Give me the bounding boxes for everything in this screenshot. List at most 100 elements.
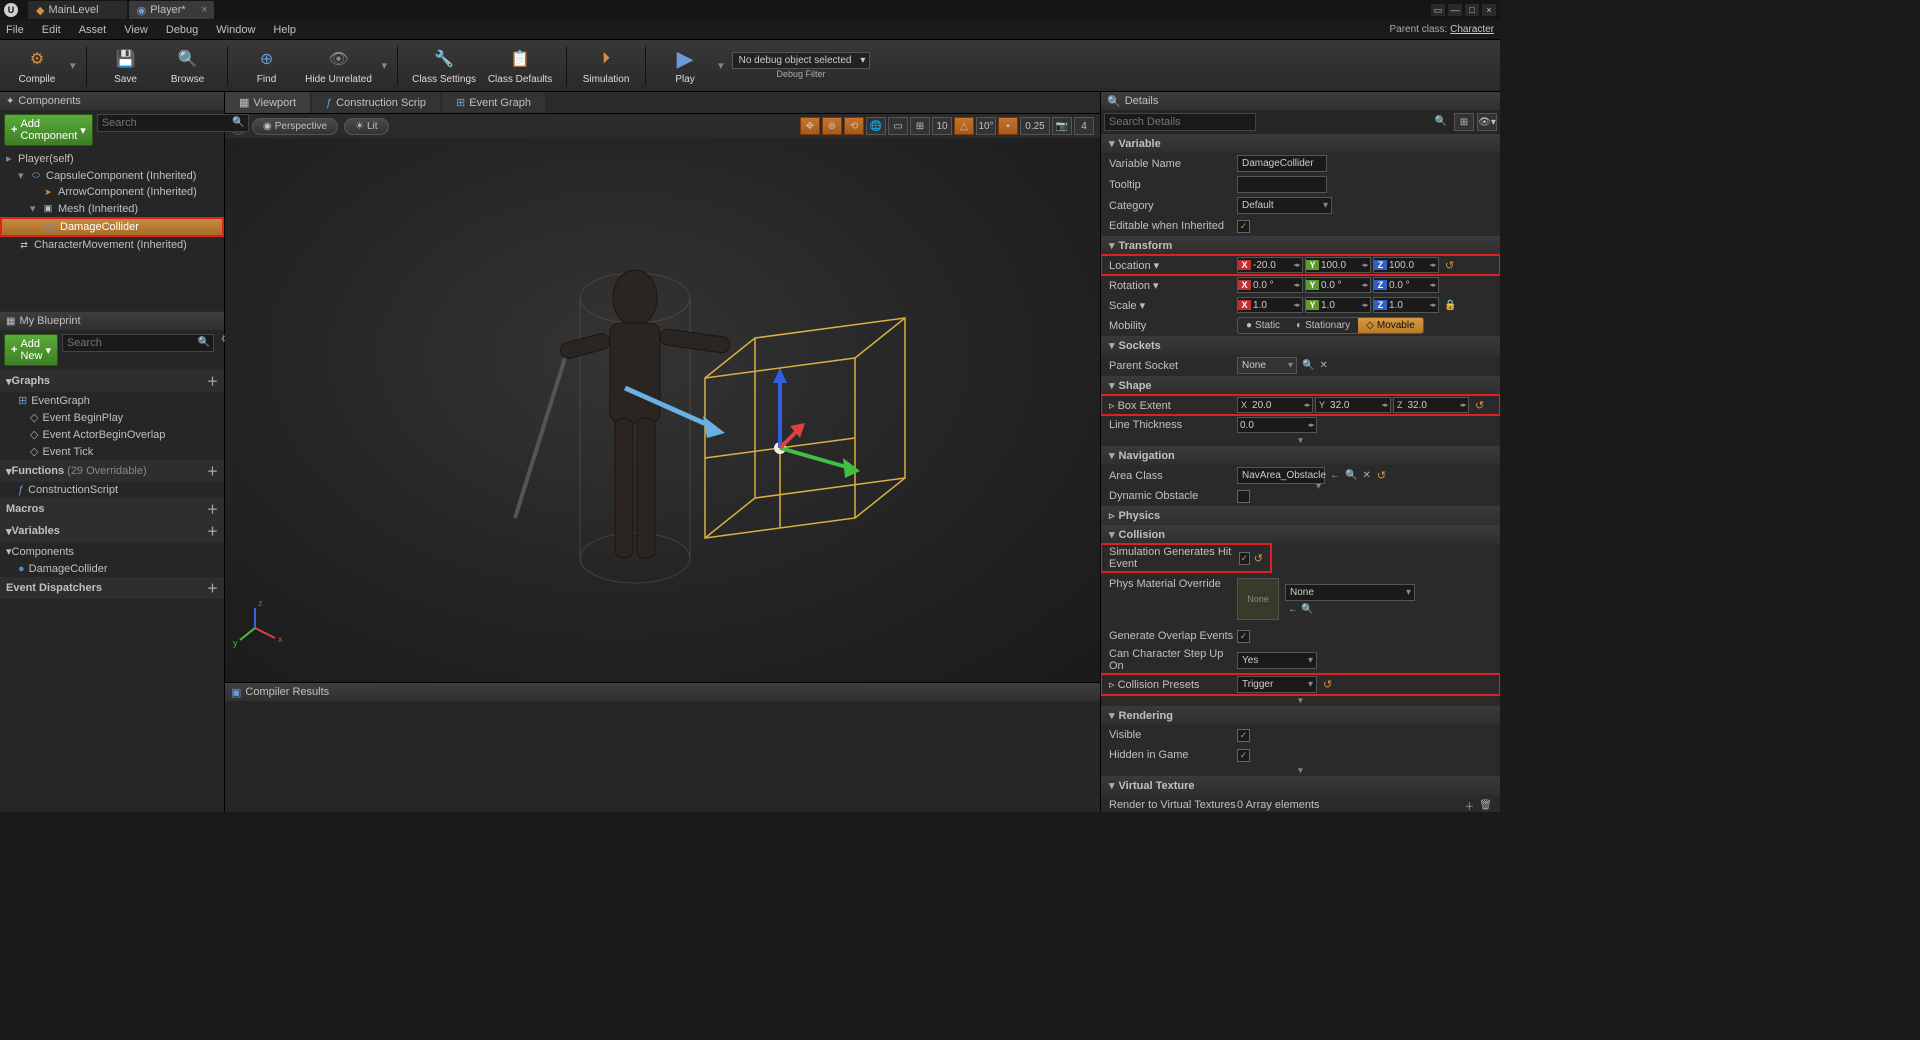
- class-settings-button[interactable]: 🔧 Class Settings: [408, 42, 480, 90]
- eventgraph-item[interactable]: ⊞EventGraph: [0, 392, 224, 409]
- mobility-stationary-button[interactable]: ◐Stationary: [1288, 318, 1358, 333]
- event-beginplay[interactable]: ◇Event BeginPlay: [0, 409, 224, 426]
- select-mode-icon[interactable]: ✥: [800, 117, 820, 135]
- reset-area-class-icon[interactable]: ↺: [1377, 469, 1386, 482]
- clear-asset-icon[interactable]: ✕: [1362, 470, 1370, 481]
- tab-construction-script[interactable]: ƒConstruction Scrip: [312, 92, 440, 113]
- phys-mat-thumbnail[interactable]: None: [1237, 578, 1279, 620]
- scale-y-input[interactable]: [1319, 300, 1360, 311]
- translate-mode-icon[interactable]: ⊕: [822, 117, 842, 135]
- hide-unrelated-button[interactable]: 👁 Hide Unrelated: [300, 42, 378, 90]
- mobility-static-button[interactable]: ●Static: [1238, 318, 1288, 333]
- box-extent-z-input[interactable]: [1406, 400, 1459, 411]
- section-rendering[interactable]: ▾Rendering: [1101, 706, 1500, 725]
- tab-viewport[interactable]: ▦Viewport: [225, 92, 310, 113]
- browse-button[interactable]: 🔍 Browse: [159, 42, 217, 90]
- compile-button[interactable]: ⚙ Compile: [8, 42, 66, 90]
- section-navigation[interactable]: ▾Navigation: [1101, 446, 1500, 465]
- functions-section[interactable]: ▾Functions (29 Overridable)＋: [0, 460, 224, 482]
- property-matrix-icon[interactable]: ⊞: [1454, 113, 1474, 131]
- location-label[interactable]: Location ▾: [1109, 259, 1237, 272]
- scale-x-input[interactable]: [1251, 300, 1292, 311]
- area-class-dropdown[interactable]: NavArea_Obstacle: [1237, 467, 1325, 484]
- details-search-input[interactable]: [1104, 113, 1256, 131]
- tree-root-player[interactable]: ▸Player(self): [0, 150, 224, 167]
- menu-window[interactable]: Window: [216, 24, 255, 36]
- construction-script-item[interactable]: ƒConstructionScript: [0, 482, 224, 498]
- rotation-y-input[interactable]: [1319, 280, 1360, 291]
- section-physics[interactable]: ▹Physics: [1101, 506, 1500, 525]
- location-z-input[interactable]: [1387, 260, 1428, 271]
- dynamic-obstacle-checkbox[interactable]: [1237, 490, 1250, 503]
- surface-snap-icon[interactable]: ▭: [888, 117, 908, 135]
- camera-speed-icon[interactable]: 📷: [1052, 117, 1072, 135]
- location-x-input[interactable]: [1251, 260, 1292, 271]
- location-y-input[interactable]: [1319, 260, 1360, 271]
- reset-location-icon[interactable]: ↺: [1445, 259, 1454, 272]
- add-macro-button[interactable]: ＋: [207, 501, 218, 517]
- components-search-input[interactable]: [97, 114, 249, 132]
- scale-snap-icon[interactable]: ▪: [998, 117, 1018, 135]
- collision-presets-label[interactable]: ▹ Collision Presets: [1109, 678, 1237, 691]
- components-vars-section[interactable]: ▾Components: [0, 542, 224, 561]
- section-transform[interactable]: ▾Transform: [1101, 236, 1500, 255]
- event-actorbeginoverlap[interactable]: ◇Event ActorBeginOverlap: [0, 426, 224, 443]
- overlap-checkbox[interactable]: ✓: [1237, 630, 1250, 643]
- menu-file[interactable]: File: [6, 24, 24, 36]
- use-selected-icon[interactable]: ←: [1330, 470, 1340, 481]
- find-button[interactable]: ⊕ Find: [238, 42, 296, 90]
- macros-section[interactable]: Macros＋: [0, 498, 224, 520]
- tab-mainlevel[interactable]: ◆ MainLevel: [28, 1, 127, 19]
- window-console-icon[interactable]: ▭: [1431, 4, 1445, 16]
- class-defaults-button[interactable]: 📋 Class Defaults: [484, 42, 556, 90]
- menu-debug[interactable]: Debug: [166, 24, 198, 36]
- box-extent-y-input[interactable]: [1328, 400, 1380, 411]
- event-tick[interactable]: ◇Event Tick: [0, 443, 224, 460]
- add-variable-button[interactable]: ＋: [207, 523, 218, 539]
- add-dispatcher-button[interactable]: ＋: [207, 580, 218, 596]
- lit-button[interactable]: ☀ Lit: [344, 118, 389, 135]
- tooltip-input[interactable]: [1237, 176, 1327, 193]
- box-extent-x-input[interactable]: [1250, 400, 1302, 411]
- phys-mat-dropdown[interactable]: None: [1285, 584, 1415, 601]
- tab-event-graph[interactable]: ⊞Event Graph: [442, 92, 545, 113]
- window-maximize-icon[interactable]: □: [1465, 4, 1479, 16]
- category-dropdown[interactable]: Default: [1237, 197, 1332, 214]
- expand-collision-icon[interactable]: ▼: [1297, 696, 1305, 705]
- clear-socket-icon[interactable]: ✕: [1319, 360, 1327, 371]
- add-new-button[interactable]: +Add New▾: [4, 334, 58, 366]
- rotation-x-input[interactable]: [1251, 280, 1292, 291]
- section-virtual-texture[interactable]: ▾Virtual Texture: [1101, 776, 1500, 795]
- step-up-dropdown[interactable]: Yes: [1237, 652, 1317, 669]
- scale-label[interactable]: Scale ▾: [1109, 299, 1237, 312]
- visibility-icon[interactable]: 👁▾: [1477, 113, 1497, 131]
- rotate-mode-icon[interactable]: ⟲: [844, 117, 864, 135]
- use-selected-icon[interactable]: ←: [1288, 604, 1298, 615]
- add-component-button[interactable]: +Add Component▾: [4, 114, 93, 146]
- tree-item-arrow[interactable]: ➤ ArrowComponent (Inherited): [0, 184, 224, 200]
- add-array-icon[interactable]: ＋: [1464, 798, 1474, 813]
- browse-asset-icon[interactable]: 🔍: [1301, 604, 1313, 615]
- section-variable[interactable]: ▾Variable: [1101, 134, 1500, 153]
- close-icon[interactable]: ×: [201, 4, 207, 16]
- window-minimize-icon[interactable]: —: [1448, 4, 1462, 16]
- save-button[interactable]: 💾 Save: [97, 42, 155, 90]
- clear-array-icon[interactable]: 🗑: [1479, 800, 1492, 811]
- expand-rendering-icon[interactable]: ▼: [1297, 766, 1305, 775]
- add-graph-button[interactable]: ＋: [207, 373, 218, 389]
- scale-z-input[interactable]: [1387, 300, 1428, 311]
- tree-item-damage-collider[interactable]: ▢ DamageCollider: [0, 217, 224, 237]
- simulation-button[interactable]: ⏵ Simulation: [577, 42, 635, 90]
- window-close-icon[interactable]: ×: [1482, 4, 1496, 16]
- line-thickness-input[interactable]: [1238, 420, 1306, 431]
- graphs-section[interactable]: ▾Graphs＋: [0, 370, 224, 392]
- section-shape[interactable]: ▾Shape: [1101, 376, 1500, 395]
- tree-item-mesh[interactable]: ▾▣ Mesh (Inherited): [0, 200, 224, 217]
- parent-class-link[interactable]: Character: [1450, 24, 1494, 35]
- var-damage-collider[interactable]: ●DamageCollider: [0, 561, 224, 577]
- debug-object-dropdown[interactable]: No debug object selected: [732, 52, 871, 69]
- tab-player[interactable]: ◉ Player* ×: [129, 1, 214, 19]
- menu-help[interactable]: Help: [273, 24, 296, 36]
- section-sockets[interactable]: ▾Sockets: [1101, 336, 1500, 355]
- camera-speed-value[interactable]: 4: [1074, 117, 1094, 135]
